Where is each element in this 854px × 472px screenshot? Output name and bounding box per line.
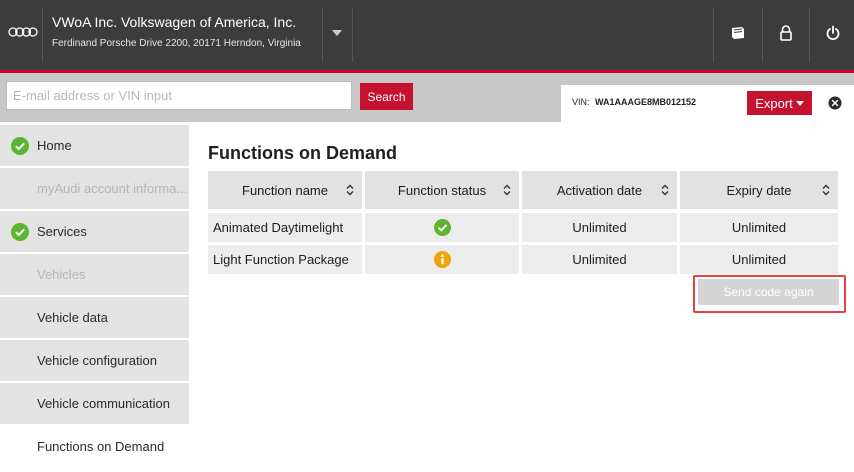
send-code-again-button[interactable]: Send code again [698,279,839,305]
sidebar-item-functions-on-demand[interactable]: Functions on Demand [0,426,189,467]
sort-icon [822,184,830,196]
check-circle-icon [11,136,29,155]
table-cell-function-name: Animated Daytimelight [208,213,362,242]
check-circle-icon [433,219,451,236]
app-root: VWoA Inc. Volkswagen of America, Inc. Fe… [0,0,854,472]
column-header-label: Expiry date [726,182,792,198]
table-cell-function-name: Light Function Package [208,245,362,274]
search-input[interactable] [6,81,352,110]
sidebar-item-label: myAudi account informa... [37,181,188,196]
export-label: Export [755,95,793,111]
sidebar-item-label: Services [37,224,87,239]
table-cell-expiry-date: Unlimited [680,245,838,274]
caret-down-icon [795,100,804,106]
column-header-label: Function name [242,182,328,198]
vin-label: VIN: [572,97,590,107]
sidebar-item-vehicle-data[interactable]: Vehicle data [0,297,189,338]
vin-value: WA1AAAGE8MB012152 [595,97,697,107]
header-divider [713,8,714,62]
sidebar-item-vehicle-communication[interactable]: Vehicle communication [0,383,189,424]
header-divider [809,8,810,62]
sidebar: Home myAudi account informa... Services … [0,122,190,472]
caret-down-icon [332,30,342,36]
table-cell-function-status [365,213,519,242]
sidebar-item-vehicle-configuration[interactable]: Vehicle configuration [0,340,189,381]
sidebar-item-myaudi-account[interactable]: myAudi account informa... [0,168,189,209]
header-divider [762,8,763,62]
table-cell-expiry-date: Unlimited [680,213,838,242]
sidebar-item-label: Vehicle communication [37,396,170,411]
company-name: VWoA Inc. Volkswagen of America, Inc. [52,14,297,30]
sort-icon [503,184,511,196]
check-circle-icon [11,222,29,241]
column-header-expiry-date[interactable]: Expiry date [680,171,838,209]
sort-icon [661,184,669,196]
sidebar-item-home[interactable]: Home [0,125,189,166]
sort-icon [346,184,354,196]
table-cell-function-status [365,245,519,274]
header-divider [322,8,323,62]
column-header-activation-date[interactable]: Activation date [522,171,677,209]
lock-icon[interactable] [776,23,796,43]
search-button[interactable]: Search [360,83,413,110]
column-header-function-status[interactable]: Function status [365,171,519,209]
company-address: Ferdinand Porsche Drive 2200, 20171 Hern… [52,38,301,49]
dealer-dropdown-toggle[interactable] [330,26,344,40]
export-button[interactable]: Export [747,91,812,115]
header-divider [352,8,353,62]
table-cell-activation-date: Unlimited [522,213,677,242]
sidebar-item-label: Vehicle configuration [37,353,157,368]
header-divider [42,8,43,62]
column-header-label: Function status [397,182,487,198]
audi-rings-logo-icon [8,27,38,37]
sidebar-item-label: Vehicle data [37,310,108,325]
sidebar-item-label: Home [37,138,72,153]
power-icon[interactable] [823,23,843,43]
sidebar-item-label: Vehicles [37,267,86,282]
top-header: VWoA Inc. Volkswagen of America, Inc. Fe… [0,0,854,70]
info-circle-icon [433,251,451,268]
table-cell-activation-date: Unlimited [522,245,677,274]
close-icon[interactable] [828,96,842,110]
book-icon[interactable] [728,23,748,43]
page-title: Functions on Demand [208,143,397,163]
column-header-function-name[interactable]: Function name [208,171,362,209]
column-header-label: Activation date [556,182,643,198]
sidebar-item-label: Functions on Demand [37,439,165,454]
sidebar-item-vehicles[interactable]: Vehicles [0,254,189,295]
sidebar-item-services[interactable]: Services [0,211,189,252]
